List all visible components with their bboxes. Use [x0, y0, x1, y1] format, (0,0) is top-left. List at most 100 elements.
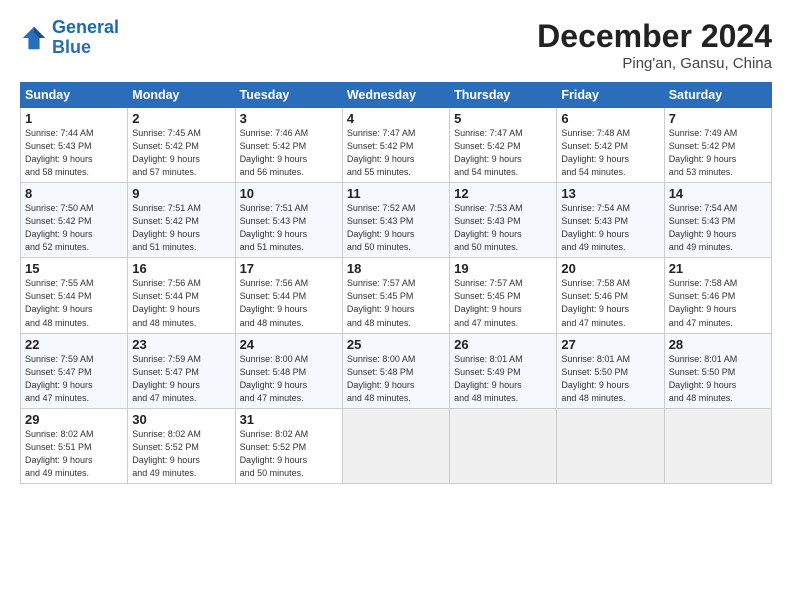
day-info: Sunrise: 8:00 AM Sunset: 5:48 PM Dayligh…	[347, 353, 445, 405]
calendar-week-row: 8Sunrise: 7:50 AM Sunset: 5:42 PM Daylig…	[21, 183, 772, 258]
day-info: Sunrise: 7:47 AM Sunset: 5:42 PM Dayligh…	[454, 127, 552, 179]
day-number: 24	[240, 337, 338, 352]
day-info: Sunrise: 7:56 AM Sunset: 5:44 PM Dayligh…	[240, 277, 338, 329]
day-number: 2	[132, 111, 230, 126]
day-info: Sunrise: 8:02 AM Sunset: 5:52 PM Dayligh…	[240, 428, 338, 480]
day-number: 5	[454, 111, 552, 126]
calendar-cell: 29Sunrise: 8:02 AM Sunset: 5:51 PM Dayli…	[21, 408, 128, 483]
calendar-week-row: 22Sunrise: 7:59 AM Sunset: 5:47 PM Dayli…	[21, 333, 772, 408]
day-info: Sunrise: 7:53 AM Sunset: 5:43 PM Dayligh…	[454, 202, 552, 254]
calendar-week-row: 1Sunrise: 7:44 AM Sunset: 5:43 PM Daylig…	[21, 108, 772, 183]
day-info: Sunrise: 7:57 AM Sunset: 5:45 PM Dayligh…	[347, 277, 445, 329]
location: Ping'an, Gansu, China	[537, 55, 772, 72]
day-info: Sunrise: 7:58 AM Sunset: 5:46 PM Dayligh…	[669, 277, 767, 329]
day-number: 29	[25, 412, 123, 427]
calendar-cell	[557, 408, 664, 483]
weekday-header: Tuesday	[235, 83, 342, 108]
weekday-header: Friday	[557, 83, 664, 108]
calendar-page: General Blue December 2024 Ping'an, Gans…	[0, 0, 792, 612]
day-number: 21	[669, 261, 767, 276]
calendar-cell: 15Sunrise: 7:55 AM Sunset: 5:44 PM Dayli…	[21, 258, 128, 333]
calendar-cell: 19Sunrise: 7:57 AM Sunset: 5:45 PM Dayli…	[450, 258, 557, 333]
calendar-cell: 13Sunrise: 7:54 AM Sunset: 5:43 PM Dayli…	[557, 183, 664, 258]
day-number: 16	[132, 261, 230, 276]
day-info: Sunrise: 7:58 AM Sunset: 5:46 PM Dayligh…	[561, 277, 659, 329]
weekday-header: Thursday	[450, 83, 557, 108]
day-number: 27	[561, 337, 659, 352]
calendar-cell: 2Sunrise: 7:45 AM Sunset: 5:42 PM Daylig…	[128, 108, 235, 183]
calendar-cell: 1Sunrise: 7:44 AM Sunset: 5:43 PM Daylig…	[21, 108, 128, 183]
calendar-cell: 17Sunrise: 7:56 AM Sunset: 5:44 PM Dayli…	[235, 258, 342, 333]
day-number: 15	[25, 261, 123, 276]
calendar-cell: 9Sunrise: 7:51 AM Sunset: 5:42 PM Daylig…	[128, 183, 235, 258]
logo-text: General Blue	[52, 18, 119, 58]
day-info: Sunrise: 7:59 AM Sunset: 5:47 PM Dayligh…	[25, 353, 123, 405]
weekday-header: Wednesday	[342, 83, 449, 108]
day-number: 18	[347, 261, 445, 276]
day-info: Sunrise: 7:59 AM Sunset: 5:47 PM Dayligh…	[132, 353, 230, 405]
calendar-cell: 30Sunrise: 8:02 AM Sunset: 5:52 PM Dayli…	[128, 408, 235, 483]
day-number: 17	[240, 261, 338, 276]
day-number: 19	[454, 261, 552, 276]
calendar-cell: 22Sunrise: 7:59 AM Sunset: 5:47 PM Dayli…	[21, 333, 128, 408]
calendar-cell	[450, 408, 557, 483]
day-info: Sunrise: 8:02 AM Sunset: 5:52 PM Dayligh…	[132, 428, 230, 480]
calendar-cell: 7Sunrise: 7:49 AM Sunset: 5:42 PM Daylig…	[664, 108, 771, 183]
day-number: 9	[132, 186, 230, 201]
day-info: Sunrise: 7:47 AM Sunset: 5:42 PM Dayligh…	[347, 127, 445, 179]
day-info: Sunrise: 7:56 AM Sunset: 5:44 PM Dayligh…	[132, 277, 230, 329]
logo-icon	[20, 24, 48, 52]
day-info: Sunrise: 7:48 AM Sunset: 5:42 PM Dayligh…	[561, 127, 659, 179]
calendar-cell: 5Sunrise: 7:47 AM Sunset: 5:42 PM Daylig…	[450, 108, 557, 183]
day-info: Sunrise: 7:55 AM Sunset: 5:44 PM Dayligh…	[25, 277, 123, 329]
day-info: Sunrise: 7:51 AM Sunset: 5:43 PM Dayligh…	[240, 202, 338, 254]
day-number: 6	[561, 111, 659, 126]
logo-line2: Blue	[52, 37, 91, 57]
weekday-header: Sunday	[21, 83, 128, 108]
calendar-cell: 26Sunrise: 8:01 AM Sunset: 5:49 PM Dayli…	[450, 333, 557, 408]
day-info: Sunrise: 7:50 AM Sunset: 5:42 PM Dayligh…	[25, 202, 123, 254]
calendar-cell: 18Sunrise: 7:57 AM Sunset: 5:45 PM Dayli…	[342, 258, 449, 333]
calendar-cell: 16Sunrise: 7:56 AM Sunset: 5:44 PM Dayli…	[128, 258, 235, 333]
day-info: Sunrise: 8:01 AM Sunset: 5:50 PM Dayligh…	[561, 353, 659, 405]
day-number: 28	[669, 337, 767, 352]
day-number: 23	[132, 337, 230, 352]
calendar-cell: 10Sunrise: 7:51 AM Sunset: 5:43 PM Dayli…	[235, 183, 342, 258]
day-number: 7	[669, 111, 767, 126]
calendar-week-row: 15Sunrise: 7:55 AM Sunset: 5:44 PM Dayli…	[21, 258, 772, 333]
calendar-week-row: 29Sunrise: 8:02 AM Sunset: 5:51 PM Dayli…	[21, 408, 772, 483]
day-info: Sunrise: 7:51 AM Sunset: 5:42 PM Dayligh…	[132, 202, 230, 254]
calendar-table: SundayMondayTuesdayWednesdayThursdayFrid…	[20, 82, 772, 484]
calendar-cell: 11Sunrise: 7:52 AM Sunset: 5:43 PM Dayli…	[342, 183, 449, 258]
day-number: 22	[25, 337, 123, 352]
calendar-cell: 21Sunrise: 7:58 AM Sunset: 5:46 PM Dayli…	[664, 258, 771, 333]
calendar-cell: 12Sunrise: 7:53 AM Sunset: 5:43 PM Dayli…	[450, 183, 557, 258]
day-number: 25	[347, 337, 445, 352]
month-title: December 2024	[537, 18, 772, 55]
day-info: Sunrise: 7:46 AM Sunset: 5:42 PM Dayligh…	[240, 127, 338, 179]
logo: General Blue	[20, 18, 119, 58]
day-info: Sunrise: 8:01 AM Sunset: 5:49 PM Dayligh…	[454, 353, 552, 405]
day-number: 31	[240, 412, 338, 427]
calendar-cell: 28Sunrise: 8:01 AM Sunset: 5:50 PM Dayli…	[664, 333, 771, 408]
weekday-header: Monday	[128, 83, 235, 108]
calendar-cell: 23Sunrise: 7:59 AM Sunset: 5:47 PM Dayli…	[128, 333, 235, 408]
day-number: 1	[25, 111, 123, 126]
calendar-cell: 24Sunrise: 8:00 AM Sunset: 5:48 PM Dayli…	[235, 333, 342, 408]
weekday-header-row: SundayMondayTuesdayWednesdayThursdayFrid…	[21, 83, 772, 108]
title-block: December 2024 Ping'an, Gansu, China	[537, 18, 772, 72]
calendar-cell	[342, 408, 449, 483]
day-number: 14	[669, 186, 767, 201]
calendar-cell: 31Sunrise: 8:02 AM Sunset: 5:52 PM Dayli…	[235, 408, 342, 483]
day-info: Sunrise: 7:49 AM Sunset: 5:42 PM Dayligh…	[669, 127, 767, 179]
calendar-cell: 14Sunrise: 7:54 AM Sunset: 5:43 PM Dayli…	[664, 183, 771, 258]
day-number: 30	[132, 412, 230, 427]
day-info: Sunrise: 8:00 AM Sunset: 5:48 PM Dayligh…	[240, 353, 338, 405]
calendar-cell: 3Sunrise: 7:46 AM Sunset: 5:42 PM Daylig…	[235, 108, 342, 183]
calendar-cell	[664, 408, 771, 483]
calendar-cell: 25Sunrise: 8:00 AM Sunset: 5:48 PM Dayli…	[342, 333, 449, 408]
day-info: Sunrise: 7:52 AM Sunset: 5:43 PM Dayligh…	[347, 202, 445, 254]
day-info: Sunrise: 7:54 AM Sunset: 5:43 PM Dayligh…	[561, 202, 659, 254]
page-header: General Blue December 2024 Ping'an, Gans…	[20, 18, 772, 72]
day-number: 13	[561, 186, 659, 201]
